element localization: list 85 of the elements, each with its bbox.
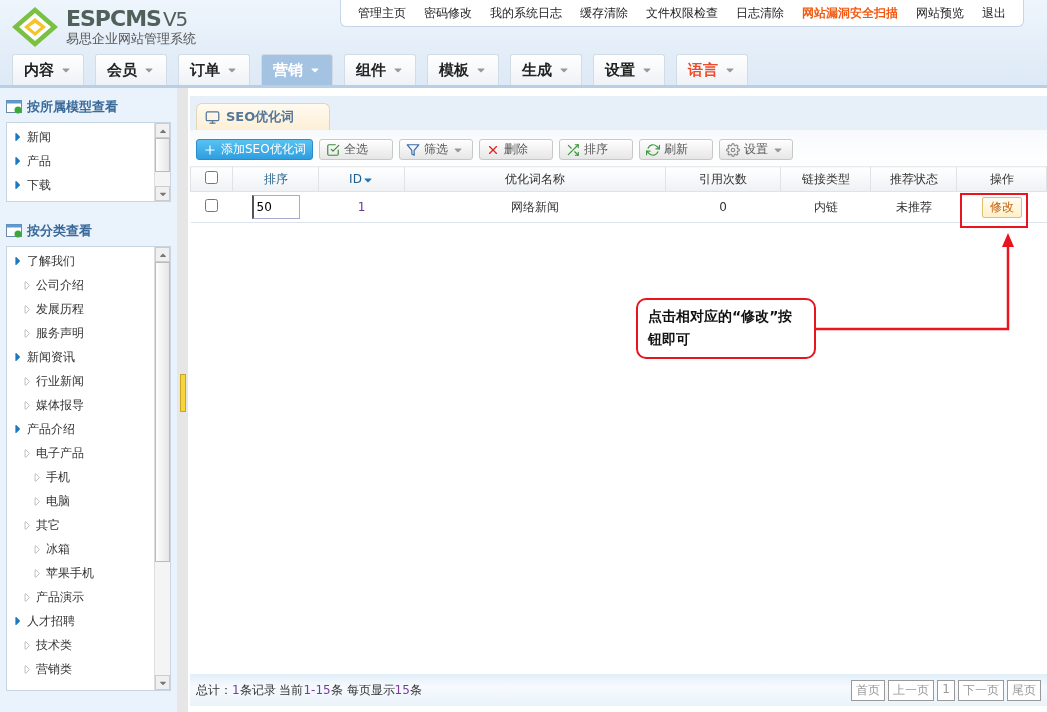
logo-icon bbox=[10, 5, 60, 49]
tree-item[interactable]: 发展历程 bbox=[7, 297, 154, 321]
tree-item[interactable]: 营销类 bbox=[7, 657, 154, 681]
toolbar-button[interactable]: 排序 bbox=[558, 139, 633, 160]
top-link[interactable]: 缓存清除 bbox=[571, 4, 637, 22]
table-cell: 0 bbox=[719, 200, 727, 214]
window-plus-icon bbox=[6, 224, 23, 238]
select-all-icon bbox=[325, 142, 340, 157]
scroll-up-button[interactable] bbox=[155, 247, 170, 262]
tree-item[interactable]: 手机 bbox=[7, 465, 154, 489]
column-header: 链接类型 bbox=[780, 166, 871, 192]
refresh-icon bbox=[645, 142, 660, 157]
section-title: 按分类查看 bbox=[6, 220, 171, 242]
callout-note: 点击相对应的“修改”按钮即可 bbox=[636, 298, 816, 359]
nav-tab[interactable]: 内容 bbox=[12, 54, 84, 85]
scroll-up-button[interactable] bbox=[155, 123, 170, 138]
nav-tab[interactable]: 组件 bbox=[344, 54, 416, 85]
column-header[interactable]: ID bbox=[318, 166, 405, 192]
scroll-down-button[interactable] bbox=[155, 186, 170, 201]
top-link[interactable]: 我的系统日志 bbox=[481, 4, 571, 22]
tree-item[interactable]: 下载 bbox=[7, 173, 154, 197]
top-link[interactable]: 文件权限检查 bbox=[637, 4, 727, 22]
nav-tab[interactable]: 会员 bbox=[95, 54, 167, 85]
scrollbar-thumb[interactable] bbox=[155, 262, 170, 562]
nav-tab[interactable]: 设置 bbox=[593, 54, 665, 85]
logo-subtitle: 易思企业网站管理系统 bbox=[66, 31, 196, 47]
toolbar-button[interactable]: 刷新 bbox=[638, 139, 713, 160]
top-link[interactable]: 退出 bbox=[973, 4, 1015, 22]
top-link[interactable]: 网站预览 bbox=[907, 4, 973, 22]
tree-item[interactable]: 产品演示 bbox=[7, 585, 154, 609]
tree-item[interactable]: 行业新闻 bbox=[7, 369, 154, 393]
section-title: 按所属模型查看 bbox=[6, 96, 171, 118]
tree-item[interactable]: 电脑 bbox=[7, 489, 154, 513]
monitor-icon bbox=[205, 109, 220, 125]
edit-button[interactable]: 修改 bbox=[981, 196, 1022, 218]
tree-item[interactable]: 媒体报导 bbox=[7, 393, 154, 417]
splitter-handle[interactable] bbox=[179, 374, 186, 412]
row-checkbox[interactable] bbox=[205, 199, 218, 212]
window-plus-icon bbox=[6, 100, 23, 114]
toolbar-button[interactable]: 删除 bbox=[478, 139, 553, 160]
nav-tab[interactable]: 订单 bbox=[178, 54, 250, 85]
top-link[interactable]: 日志清除 bbox=[727, 4, 793, 22]
scrollbar[interactable] bbox=[154, 247, 170, 690]
add-icon bbox=[203, 142, 217, 157]
page-tab[interactable]: SEO优化词 bbox=[196, 103, 330, 130]
top-link[interactable]: 密码修改 bbox=[415, 4, 481, 22]
tree-item[interactable]: 其它 bbox=[7, 513, 154, 537]
column-header: 优化词名称 bbox=[404, 166, 666, 192]
select-all-checkbox[interactable] bbox=[205, 171, 218, 184]
scrollbar[interactable] bbox=[154, 123, 170, 201]
toolbar-button[interactable]: 全选 bbox=[318, 139, 393, 160]
column-header: 推荐状态 bbox=[870, 166, 957, 192]
column-header: 操作 bbox=[956, 166, 1047, 192]
tree-item[interactable]: 公司介绍 bbox=[7, 273, 154, 297]
tree-item[interactable]: 冰箱 bbox=[7, 537, 154, 561]
table-cell: 未推荐 bbox=[895, 199, 932, 214]
record-summary: 总计：1条记录 当前1-15条 每页显示15条 bbox=[196, 681, 422, 699]
table-cell: 网络新闻 bbox=[511, 199, 559, 214]
tree-item[interactable]: 新闻资讯 bbox=[7, 345, 154, 369]
scroll-down-button[interactable] bbox=[155, 675, 170, 690]
logo-text: ESPCMSV5 bbox=[66, 7, 189, 31]
table-cell: 内链 bbox=[813, 199, 838, 214]
highlight-frame bbox=[960, 193, 1028, 228]
tree-item[interactable]: 了解我们 bbox=[7, 249, 154, 273]
top-link[interactable]: 管理主页 bbox=[349, 4, 415, 22]
tree-item[interactable]: 产品介绍 bbox=[7, 417, 154, 441]
tree-item[interactable]: 产品 bbox=[7, 149, 154, 173]
column-header[interactable]: 排序 bbox=[232, 166, 319, 192]
scrollbar-thumb[interactable] bbox=[155, 138, 170, 172]
toolbar-button[interactable]: 筛选 bbox=[398, 139, 473, 160]
tree-item[interactable]: 新闻 bbox=[7, 125, 154, 149]
column-header: 引用次数 bbox=[665, 166, 781, 192]
nav-tab[interactable]: 生成 bbox=[510, 54, 582, 85]
order-input[interactable]: 50 bbox=[251, 195, 300, 219]
tree-item[interactable]: 技术类 bbox=[7, 633, 154, 657]
tree-item[interactable]: 服务声明 bbox=[7, 321, 154, 345]
nav-tab[interactable]: 模板 bbox=[427, 54, 499, 85]
settings-icon bbox=[725, 142, 740, 157]
filter-icon bbox=[405, 142, 420, 157]
tree-item[interactable]: 苹果手机 bbox=[7, 561, 154, 585]
shuffle-icon bbox=[565, 142, 580, 157]
tree-item[interactable]: 人才招聘 bbox=[7, 609, 154, 633]
toolbar-button[interactable]: 设置 bbox=[718, 139, 793, 160]
table-cell: 1 bbox=[357, 200, 366, 214]
tree-item[interactable]: 电子产品 bbox=[7, 441, 154, 465]
